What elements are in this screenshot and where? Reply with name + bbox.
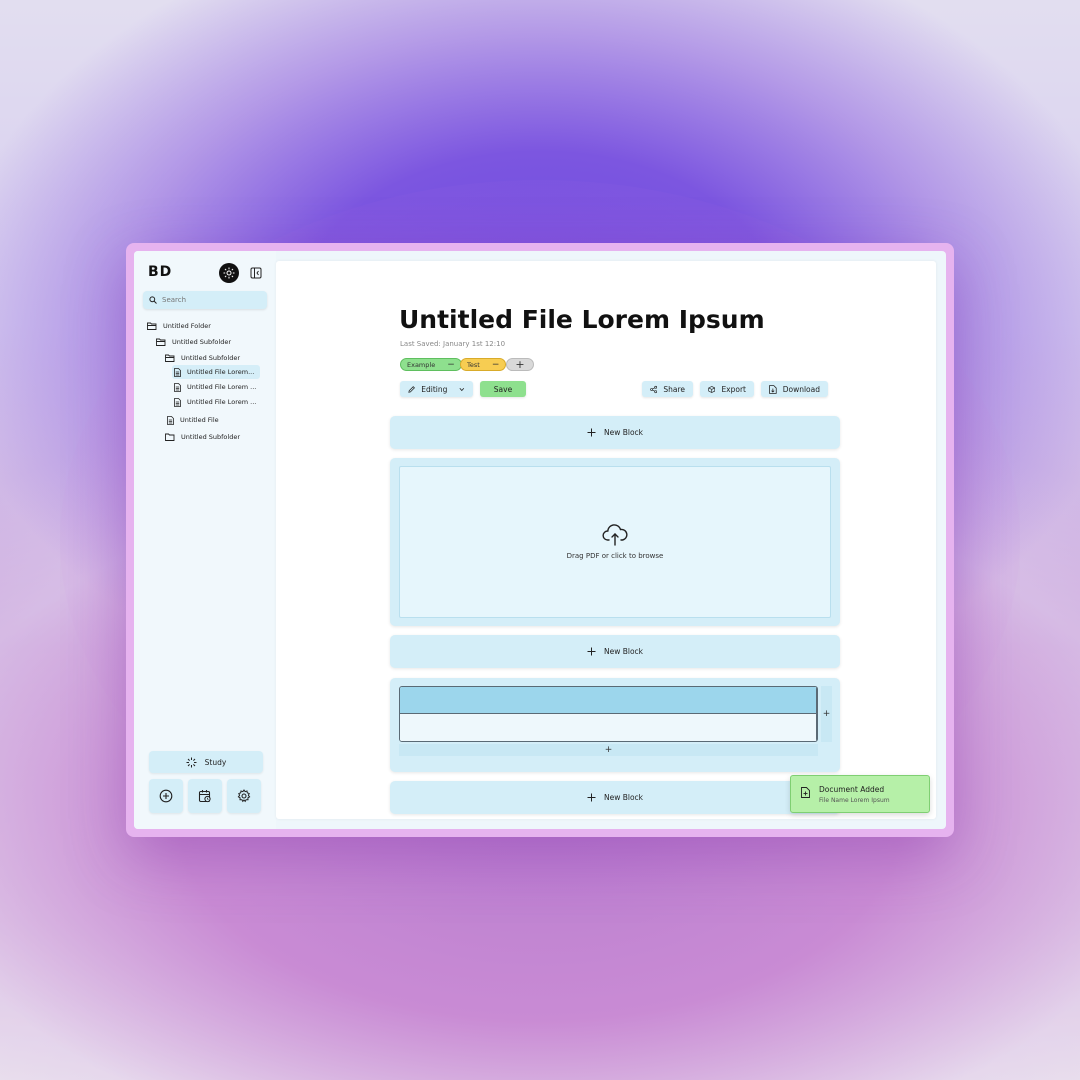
tree-item-label: Untitled File Lorem ... xyxy=(187,398,257,406)
gear-icon xyxy=(237,789,251,803)
mode-label: Editing xyxy=(421,384,448,394)
tag-label: Test xyxy=(467,360,480,369)
download-label: Download xyxy=(782,384,820,394)
plus-icon: + xyxy=(822,709,831,719)
folder-open-icon xyxy=(156,338,166,346)
upload-label: Drag PDF or click to browse xyxy=(566,552,664,560)
toast-subtitle: File Name Lorem Ipsum xyxy=(819,797,890,804)
folder-open-icon xyxy=(147,322,157,330)
folder-open-icon xyxy=(165,354,175,362)
save-button[interactable]: Save xyxy=(480,381,526,397)
theme-toggle-button[interactable] xyxy=(219,263,239,283)
tree-item-label: Untitled File xyxy=(180,416,219,424)
table-cell[interactable] xyxy=(400,714,817,741)
remove-tag-icon[interactable]: − xyxy=(492,360,500,370)
new-block-button[interactable]: New Block xyxy=(390,635,840,668)
tree-item-subfolder[interactable]: Untitled Subfolder xyxy=(165,430,240,444)
study-label: Study xyxy=(204,757,227,767)
search-input[interactable] xyxy=(162,296,252,304)
toast-title: Document Added xyxy=(819,785,885,794)
tree-item-label: Untitled Subfolder xyxy=(181,433,241,441)
download-button[interactable]: Download xyxy=(761,381,828,397)
plus-circle-icon xyxy=(159,789,173,803)
tag-example[interactable]: Example − xyxy=(400,358,462,371)
add-column-button[interactable]: + xyxy=(821,686,832,742)
file-icon xyxy=(167,415,174,425)
tree-item-folder[interactable]: Untitled Folder xyxy=(147,319,211,333)
save-label: Save xyxy=(493,384,513,394)
tree-item-file-active[interactable]: Untitled File Lorem... xyxy=(172,365,261,379)
plus-icon: + xyxy=(515,358,525,371)
app-logo: BD xyxy=(148,264,172,280)
pencil-icon xyxy=(408,385,415,393)
tree-item-label: Untitled Subfolder xyxy=(181,354,241,362)
table-header-cell[interactable] xyxy=(400,687,817,714)
add-row-button[interactable]: + xyxy=(399,744,818,756)
tag-test[interactable]: Test − xyxy=(460,358,507,371)
tree-item-file[interactable]: Untitled File Lorem ... xyxy=(174,395,256,409)
data-table xyxy=(399,686,818,742)
tree-item-subfolder[interactable]: Untitled Subfolder xyxy=(156,335,231,349)
pdf-dropzone[interactable]: Drag PDF or click to browse xyxy=(399,466,831,618)
tree-item-file[interactable]: Untitled File Lorem ... xyxy=(174,380,256,394)
device-frame: BD Search Untitled Folder Untitled Subfo… xyxy=(126,243,954,837)
sun-icon xyxy=(223,267,235,279)
folder-icon xyxy=(165,433,175,441)
plus-icon: + xyxy=(604,745,613,755)
export-label: Export xyxy=(721,384,746,394)
table-header-row xyxy=(400,687,817,714)
file-download-icon xyxy=(769,384,777,394)
plus-icon xyxy=(587,428,596,437)
loader-icon xyxy=(186,757,197,767)
tree-item-subfolder[interactable]: Untitled Subfolder xyxy=(165,351,240,365)
chevron-down-icon xyxy=(459,387,465,391)
logo-text: BD xyxy=(148,264,173,280)
box-icon xyxy=(708,385,716,393)
add-tag-button[interactable]: + xyxy=(506,358,534,371)
study-button[interactable]: Study xyxy=(149,751,263,773)
toast-notification[interactable]: Document Added File Name Lorem Ipsum xyxy=(790,775,930,813)
mode-dropdown[interactable]: Editing xyxy=(400,381,473,397)
tree-item-label: Untitled Subfolder xyxy=(172,338,232,346)
document-editor: Untitled File Lorem Ipsum Last Saved: Ja… xyxy=(276,261,936,819)
pdf-upload-block: Drag PDF or click to browse xyxy=(390,458,840,626)
panel-collapse-icon xyxy=(250,267,262,279)
sidebar: BD Search Untitled Folder Untitled Subfo… xyxy=(134,251,276,829)
app-window: BD Search Untitled Folder Untitled Subfo… xyxy=(134,251,946,829)
tree-item-file[interactable]: Untitled File xyxy=(167,413,219,427)
search-box[interactable] xyxy=(143,291,267,309)
file-plus-icon xyxy=(801,787,810,798)
share-button[interactable]: Share xyxy=(642,381,693,397)
search-icon xyxy=(149,296,157,304)
new-block-label: New Block xyxy=(603,647,644,656)
tree-item-label: Untitled File Lorem... xyxy=(187,368,255,376)
plus-icon xyxy=(587,793,596,802)
file-icon xyxy=(174,397,181,407)
tree-item-label: Untitled Folder xyxy=(163,322,211,330)
file-icon xyxy=(174,382,181,392)
remove-tag-icon[interactable]: − xyxy=(447,360,455,370)
new-block-label: New Block xyxy=(603,793,644,802)
calendar-clock-icon xyxy=(198,790,211,803)
last-saved-text: Last Saved: January 1st 12:10 xyxy=(400,340,506,348)
cloud-upload-icon xyxy=(602,524,628,546)
new-block-button[interactable]: New Block xyxy=(390,416,840,449)
settings-button[interactable] xyxy=(227,779,261,813)
table-block: + + xyxy=(390,678,840,772)
plus-icon xyxy=(587,647,596,656)
new-block-button[interactable]: New Block xyxy=(390,781,840,814)
table-row xyxy=(400,714,817,741)
new-block-label: New Block xyxy=(603,428,644,437)
tree-item-label: Untitled File Lorem ... xyxy=(187,383,257,391)
share-label: Share xyxy=(663,384,685,394)
calendar-button[interactable] xyxy=(188,779,222,813)
share-icon xyxy=(650,385,658,393)
sidebar-collapse-button[interactable] xyxy=(249,266,263,280)
file-icon xyxy=(174,367,181,377)
page-title[interactable]: Untitled File Lorem Ipsum xyxy=(399,305,765,334)
export-button[interactable]: Export xyxy=(700,381,754,397)
tag-label: Example xyxy=(407,360,436,369)
add-button[interactable] xyxy=(149,779,183,813)
